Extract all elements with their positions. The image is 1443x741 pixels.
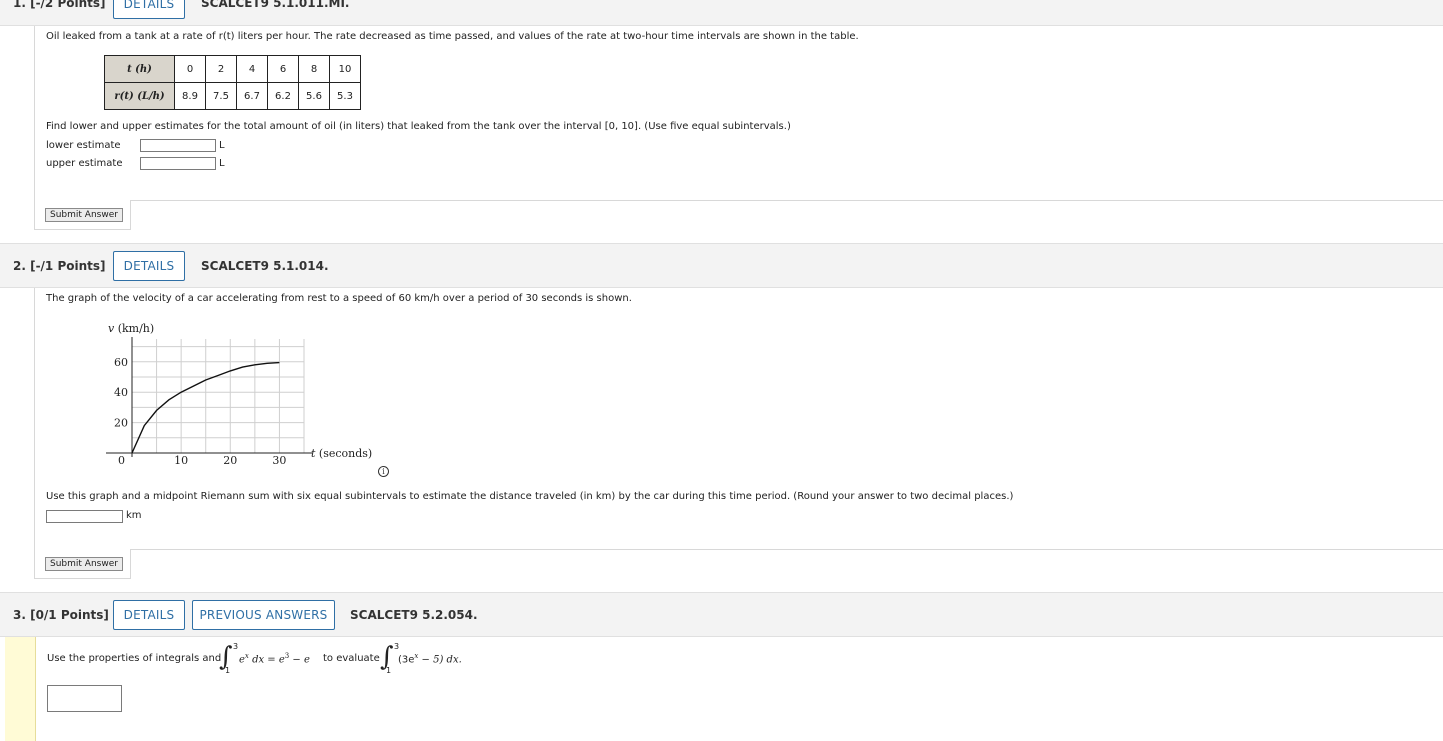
table-cell: 2 xyxy=(205,55,237,83)
q1-upper-unit: L xyxy=(219,158,225,169)
q1-details-button[interactable]: DETAILS xyxy=(113,0,185,19)
table-cell: 5.6 xyxy=(298,82,330,110)
info-icon[interactable]: i xyxy=(378,466,389,477)
integral-integrand: (3ex − 5) dx. xyxy=(398,652,462,665)
integral-rhs-tail: − e xyxy=(289,654,310,666)
table-cell: 6.2 xyxy=(267,82,299,110)
y-axis-unit: (km/h) xyxy=(114,322,154,335)
origin-label: 0 xyxy=(118,454,125,467)
q1-number: 1. [-/2 Points] xyxy=(13,0,106,10)
table-cell: 8 xyxy=(298,55,330,83)
y-axis-label: v (km/h) xyxy=(108,322,154,335)
velocity-graph: v (km/h) 10 20 30 20 40 60 0 t (seconds) xyxy=(106,322,372,467)
q3-text-b: to evaluate xyxy=(323,653,380,664)
table-header-r: r(t) (L/h) xyxy=(104,82,175,110)
q1-intro: Oil leaked from a tank at a rate of r(t)… xyxy=(46,31,859,42)
table-row: r(t) (L/h) 8.9 7.5 6.7 6.2 5.6 5.3 xyxy=(104,82,361,110)
table-cell: 4 xyxy=(236,55,268,83)
q1-footer-left xyxy=(34,229,130,230)
q3-status-bar xyxy=(5,637,36,741)
chart-tick-labels: 10 20 30 20 40 60 0 xyxy=(114,356,286,467)
y-tick-label: 60 xyxy=(114,356,128,369)
integral-upper-limit: 3 xyxy=(233,642,239,651)
table-cell: 6.7 xyxy=(236,82,268,110)
chart-grid xyxy=(132,339,305,453)
integrand-base: (3e xyxy=(398,654,415,666)
q3-number: 3. [0/1 Points] xyxy=(13,608,109,622)
x-tick-label: 10 xyxy=(174,454,188,467)
q1-lower-unit: L xyxy=(219,140,225,151)
q2-footer-corner xyxy=(130,549,131,579)
y-tick-label: 40 xyxy=(114,386,128,399)
x-axis-label: t (seconds) xyxy=(311,447,372,460)
table-cell: 8.9 xyxy=(174,82,206,110)
table-cell: 10 xyxy=(329,55,361,83)
q1-footer-corner xyxy=(130,200,131,230)
q1-data-table: t (h) 0 2 4 6 8 10 r(t) (L/h) 8.9 7.5 6.… xyxy=(104,55,361,110)
table-cell: 7.5 xyxy=(205,82,237,110)
x-tick-label: 30 xyxy=(272,454,286,467)
q2-header: 2. [-/1 Points] DETAILS SCALCET9 5.1.014… xyxy=(0,243,1443,288)
q2-prompt: Use this graph and a midpoint Riemann su… xyxy=(46,491,1014,502)
q1-upper-label: upper estimate xyxy=(46,158,123,169)
table-cell: 6 xyxy=(267,55,299,83)
q1-lower-label: lower estimate xyxy=(46,140,121,151)
q2-intro: The graph of the velocity of a car accel… xyxy=(46,293,632,304)
q3-details-button[interactable]: DETAILS xyxy=(113,600,185,630)
q2-distance-input[interactable] xyxy=(46,510,123,523)
q2-details-button[interactable]: DETAILS xyxy=(113,251,185,281)
x-axis-unit: (seconds) xyxy=(315,447,372,460)
q3-header: 3. [0/1 Points] DETAILS PREVIOUS ANSWERS… xyxy=(0,592,1443,637)
q1-code: SCALCET9 5.1.011.MI. xyxy=(201,0,350,10)
q1-upper-estimate-input[interactable] xyxy=(140,157,216,170)
q1-footer-divider xyxy=(130,200,1443,201)
q3-code: SCALCET9 5.2.054. xyxy=(350,608,478,622)
q3-answer-input[interactable] xyxy=(47,685,122,712)
q1-lower-estimate-input[interactable] xyxy=(140,139,216,152)
y-tick-label: 20 xyxy=(114,417,128,430)
q2-footer-left xyxy=(34,578,130,579)
table-row: t (h) 0 2 4 6 8 10 xyxy=(104,55,361,83)
q3-previous-answers-button[interactable]: PREVIOUS ANSWERS xyxy=(192,600,335,630)
integrand-tail: − 5) dx. xyxy=(418,654,462,666)
q1-submit-button[interactable]: Submit Answer xyxy=(45,208,123,222)
q2-footer-divider xyxy=(130,549,1443,550)
integrand-exp: x xyxy=(244,652,249,660)
integral-rhs: dx = e xyxy=(252,654,285,666)
q3-question-line: Use the properties of integrals and ∫ 3 … xyxy=(47,640,647,680)
integral-upper-limit: 3 xyxy=(394,642,400,651)
integral-integrand: ex dx = e3 − e xyxy=(239,652,310,665)
q1-header: 1. [-/2 Points] DETAILS SCALCET9 5.1.011… xyxy=(0,0,1443,26)
x-tick-label: 20 xyxy=(223,454,237,467)
q1-prompt: Find lower and upper estimates for the t… xyxy=(46,121,791,132)
q2-number: 2. [-/1 Points] xyxy=(13,259,106,273)
table-cell: 5.3 xyxy=(329,82,361,110)
q2-unit: km xyxy=(126,510,142,521)
q3-text-a: Use the properties of integrals and xyxy=(47,653,222,664)
integral-lower-limit: 1 xyxy=(225,666,231,675)
chart-axes xyxy=(106,337,312,457)
integral-lower-limit: 1 xyxy=(386,666,392,675)
table-cell: 0 xyxy=(174,55,206,83)
table-header-t: t (h) xyxy=(104,55,175,83)
q2-submit-button[interactable]: Submit Answer xyxy=(45,557,123,571)
q2-code: SCALCET9 5.1.014. xyxy=(201,259,329,273)
